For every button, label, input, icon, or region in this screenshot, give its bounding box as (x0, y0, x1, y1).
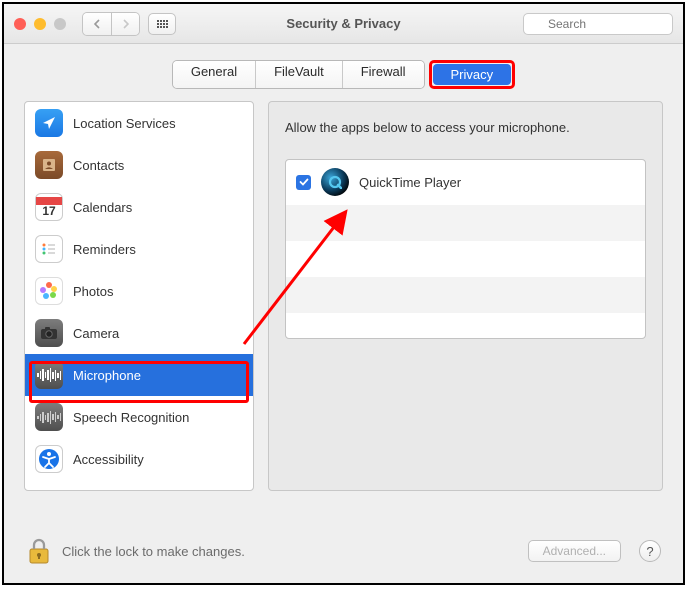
minimize-window-button[interactable] (34, 18, 46, 30)
app-name-label: QuickTime Player (359, 175, 461, 190)
lock-text: Click the lock to make changes. (62, 544, 245, 559)
sidebar-item-microphone[interactable]: Microphone (25, 354, 253, 396)
app-row-empty (286, 205, 645, 241)
window-traffic-lights (14, 18, 66, 30)
contacts-icon (35, 151, 63, 179)
sidebar-item-accessibility[interactable]: Accessibility (25, 438, 253, 480)
sidebar-item-camera[interactable]: Camera (25, 312, 253, 354)
sidebar-item-photos[interactable]: Photos (25, 270, 253, 312)
sidebar-item-label: Location Services (73, 116, 176, 131)
sidebar-item-label: Contacts (73, 158, 124, 173)
accessibility-icon (35, 445, 63, 473)
sidebar-item-speech-recognition[interactable]: Speech Recognition (25, 396, 253, 438)
sidebar-item-label: Calendars (73, 200, 132, 215)
sidebar-item-calendars[interactable]: 17 Calendars (25, 186, 253, 228)
sidebar-item-label: Photos (73, 284, 113, 299)
reminders-icon (35, 235, 63, 263)
sidebar-item-contacts[interactable]: Contacts (25, 144, 253, 186)
location-icon (35, 109, 63, 137)
forward-button[interactable] (111, 13, 139, 35)
close-window-button[interactable] (14, 18, 26, 30)
privacy-category-sidebar[interactable]: Location Services Contacts 17 Calendars (24, 101, 254, 491)
quicktime-icon (321, 168, 349, 196)
zoom-window-button[interactable] (54, 18, 66, 30)
advanced-button[interactable]: Advanced... (528, 540, 621, 562)
tab-filevault[interactable]: FileVault (256, 61, 343, 88)
app-row-empty (286, 241, 645, 277)
microphone-icon (35, 361, 63, 389)
back-button[interactable] (83, 13, 111, 35)
sidebar-item-label: Accessibility (73, 452, 144, 467)
grid-icon (157, 20, 168, 28)
calendar-icon: 17 (35, 193, 63, 221)
app-checkbox[interactable] (296, 175, 311, 190)
sidebar-item-label: Microphone (73, 368, 141, 383)
tab-privacy[interactable]: Privacy (433, 64, 512, 85)
search-input[interactable] (523, 13, 673, 35)
tab-bar: General FileVault Firewall Privacy (4, 44, 683, 101)
nav-back-forward (82, 12, 140, 36)
microphone-permission-description: Allow the apps below to access your micr… (285, 120, 646, 135)
app-row-empty (286, 277, 645, 313)
app-row-empty (286, 313, 645, 339)
lock-icon[interactable] (26, 537, 52, 565)
speech-recognition-icon (35, 403, 63, 431)
sidebar-item-label: Camera (73, 326, 119, 341)
app-permission-list[interactable]: QuickTime Player (285, 159, 646, 339)
sidebar-item-reminders[interactable]: Reminders (25, 228, 253, 270)
sidebar-item-label: Reminders (73, 242, 136, 257)
sidebar-item-location-services[interactable]: Location Services (25, 102, 253, 144)
help-button[interactable]: ? (639, 540, 661, 562)
show-all-prefs-button[interactable] (148, 13, 176, 35)
tab-general[interactable]: General (173, 61, 256, 88)
app-row-quicktime[interactable]: QuickTime Player (286, 160, 645, 205)
photos-icon (35, 277, 63, 305)
titlebar: Security & Privacy (4, 4, 683, 44)
tab-firewall[interactable]: Firewall (343, 61, 424, 88)
sidebar-item-label: Speech Recognition (73, 410, 189, 425)
annotation-highlight-privacy-tab: Privacy (429, 60, 516, 89)
camera-icon (35, 319, 63, 347)
